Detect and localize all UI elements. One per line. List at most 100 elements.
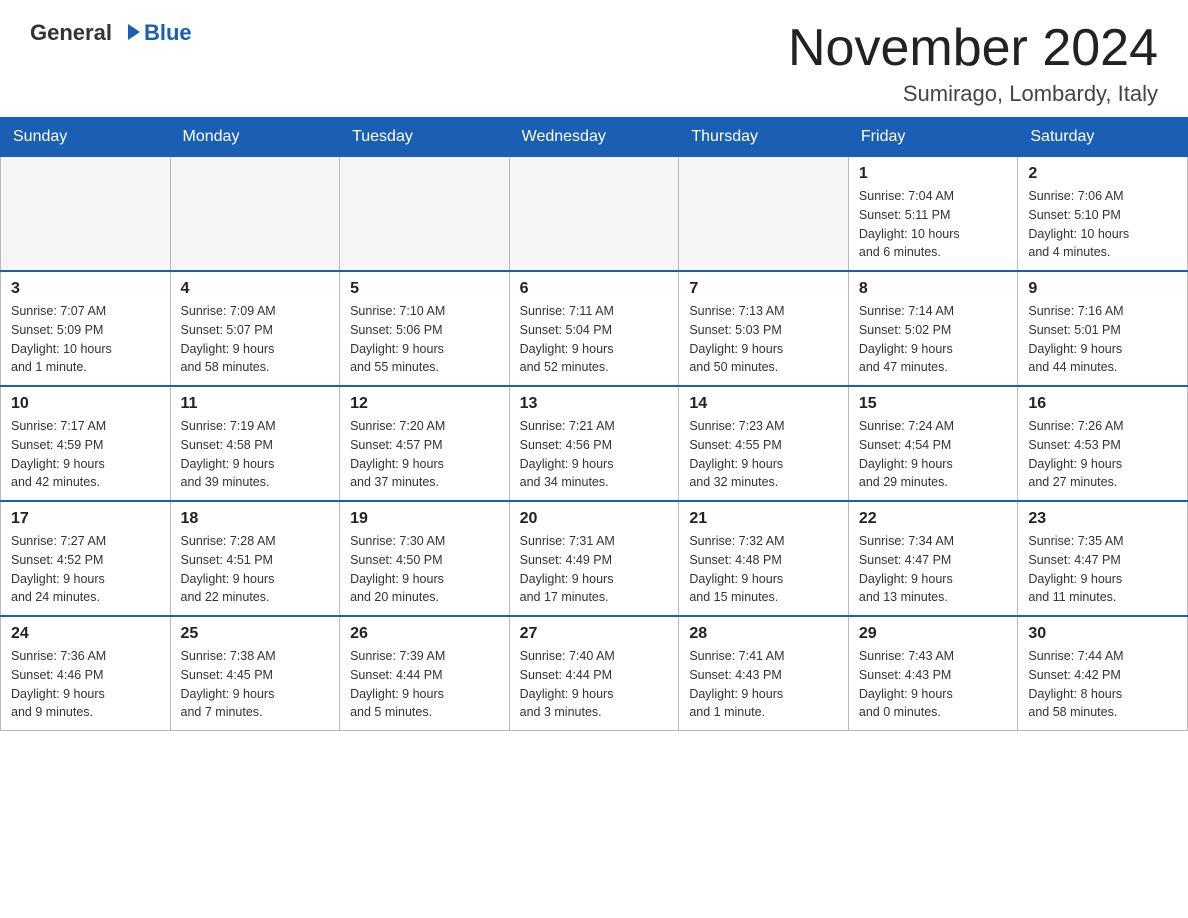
header-friday: Friday	[848, 118, 1017, 157]
calendar-cell: 20 Sunrise: 7:31 AMSunset: 4:49 PMDayligh…	[509, 501, 679, 616]
day-number: 14	[689, 395, 838, 413]
day-info: Sunrise: 7:41 AMSunset: 4:43 PMDaylight:…	[689, 647, 838, 722]
day-info: Sunrise: 7:13 AMSunset: 5:03 PMDaylight:…	[689, 302, 838, 377]
day-info: Sunrise: 7:23 AMSunset: 4:55 PMDaylight:…	[689, 417, 838, 492]
day-number: 11	[181, 395, 330, 413]
calendar-cell: 12 Sunrise: 7:20 AMSunset: 4:57 PMDayligh…	[340, 386, 510, 501]
day-number: 4	[181, 280, 330, 298]
header-monday: Monday	[170, 118, 340, 157]
calendar-cell: 17Sunrise: 7:27 AMSunset: 4:52 PMDayligh…	[1, 501, 171, 616]
day-number: 27	[520, 625, 669, 643]
day-number: 15	[859, 395, 1007, 413]
day-number: 8	[859, 280, 1007, 298]
day-number: 5	[350, 280, 499, 298]
header-sunday: Sunday	[1, 118, 171, 157]
day-info: Sunrise: 7:31 AMSunset: 4:49 PMDaylight:…	[520, 532, 669, 607]
calendar-cell: 10Sunrise: 7:17 AMSunset: 4:59 PMDayligh…	[1, 386, 171, 501]
calendar-cell: 5 Sunrise: 7:10 AMSunset: 5:06 PMDaylight…	[340, 271, 510, 386]
week-row-2: 3 Sunrise: 7:07 AMSunset: 5:09 PMDaylight…	[1, 271, 1188, 386]
calendar-cell: 25 Sunrise: 7:38 AMSunset: 4:45 PMDayligh…	[170, 616, 340, 731]
day-number: 16	[1028, 395, 1177, 413]
day-info: Sunrise: 7:14 AMSunset: 5:02 PMDaylight:…	[859, 302, 1007, 377]
day-info: Sunrise: 7:39 AMSunset: 4:44 PMDaylight:…	[350, 647, 499, 722]
logo: General Blue	[30, 20, 192, 46]
day-number: 22	[859, 510, 1007, 528]
day-info: Sunrise: 7:40 AMSunset: 4:44 PMDaylight:…	[520, 647, 669, 722]
week-row-3: 10Sunrise: 7:17 AMSunset: 4:59 PMDayligh…	[1, 386, 1188, 501]
header-saturday: Saturday	[1018, 118, 1188, 157]
calendar-cell: 6Sunrise: 7:11 AMSunset: 5:04 PMDaylight…	[509, 271, 679, 386]
day-number: 30	[1028, 625, 1177, 643]
day-number: 12	[350, 395, 499, 413]
calendar-cell: 11 Sunrise: 7:19 AMSunset: 4:58 PMDayligh…	[170, 386, 340, 501]
day-info: Sunrise: 7:35 AMSunset: 4:47 PMDaylight:…	[1028, 532, 1177, 607]
calendar-cell	[340, 157, 510, 272]
week-row-1: 1Sunrise: 7:04 AMSunset: 5:11 PMDaylight…	[1, 157, 1188, 272]
day-number: 2	[1028, 165, 1177, 183]
calendar-cell: 14 Sunrise: 7:23 AMSunset: 4:55 PMDayligh…	[679, 386, 849, 501]
location-subtitle: Sumirago, Lombardy, Italy	[788, 81, 1158, 107]
header-tuesday: Tuesday	[340, 118, 510, 157]
day-info: Sunrise: 7:06 AMSunset: 5:10 PMDaylight:…	[1028, 187, 1177, 262]
day-number: 7	[689, 280, 838, 298]
logo-general-text: General	[30, 20, 112, 46]
day-info: Sunrise: 7:38 AMSunset: 4:45 PMDaylight:…	[181, 647, 330, 722]
calendar-cell: 3 Sunrise: 7:07 AMSunset: 5:09 PMDaylight…	[1, 271, 171, 386]
day-number: 18	[181, 510, 330, 528]
calendar-cell: 18 Sunrise: 7:28 AMSunset: 4:51 PMDayligh…	[170, 501, 340, 616]
calendar-cell	[1, 157, 171, 272]
calendar-cell: 21 Sunrise: 7:32 AMSunset: 4:48 PMDayligh…	[679, 501, 849, 616]
calendar-cell: 16 Sunrise: 7:26 AMSunset: 4:53 PMDayligh…	[1018, 386, 1188, 501]
day-info: Sunrise: 7:24 AMSunset: 4:54 PMDaylight:…	[859, 417, 1007, 492]
day-info: Sunrise: 7:10 AMSunset: 5:06 PMDaylight:…	[350, 302, 499, 377]
page-header: General Blue November 2024 Sumirago, Lom…	[0, 0, 1188, 117]
week-row-5: 24Sunrise: 7:36 AMSunset: 4:46 PMDayligh…	[1, 616, 1188, 731]
calendar-cell: 28Sunrise: 7:41 AMSunset: 4:43 PMDayligh…	[679, 616, 849, 731]
weekday-header-row: Sunday Monday Tuesday Wednesday Thursday…	[1, 118, 1188, 157]
calendar-cell: 8 Sunrise: 7:14 AMSunset: 5:02 PMDaylight…	[848, 271, 1017, 386]
day-number: 29	[859, 625, 1007, 643]
calendar-cell: 23Sunrise: 7:35 AMSunset: 4:47 PMDayligh…	[1018, 501, 1188, 616]
day-info: Sunrise: 7:04 AMSunset: 5:11 PMDaylight:…	[859, 187, 1007, 262]
day-number: 10	[11, 395, 160, 413]
day-info: Sunrise: 7:28 AMSunset: 4:51 PMDaylight:…	[181, 532, 330, 607]
month-title: November 2024	[788, 20, 1158, 77]
day-info: Sunrise: 7:32 AMSunset: 4:48 PMDaylight:…	[689, 532, 838, 607]
header-wednesday: Wednesday	[509, 118, 679, 157]
day-number: 20	[520, 510, 669, 528]
day-info: Sunrise: 7:19 AMSunset: 4:58 PMDaylight:…	[181, 417, 330, 492]
day-number: 3	[11, 280, 160, 298]
calendar-cell	[170, 157, 340, 272]
calendar-cell: 2 Sunrise: 7:06 AMSunset: 5:10 PMDaylight…	[1018, 157, 1188, 272]
calendar-cell: 29 Sunrise: 7:43 AMSunset: 4:43 PMDayligh…	[848, 616, 1017, 731]
day-info: Sunrise: 7:34 AMSunset: 4:47 PMDaylight:…	[859, 532, 1007, 607]
day-info: Sunrise: 7:44 AMSunset: 4:42 PMDaylight:…	[1028, 647, 1177, 722]
day-number: 26	[350, 625, 499, 643]
day-info: Sunrise: 7:36 AMSunset: 4:46 PMDaylight:…	[11, 647, 160, 722]
calendar-cell: 26 Sunrise: 7:39 AMSunset: 4:44 PMDayligh…	[340, 616, 510, 731]
day-info: Sunrise: 7:30 AMSunset: 4:50 PMDaylight:…	[350, 532, 499, 607]
calendar-cell: 1Sunrise: 7:04 AMSunset: 5:11 PMDaylight…	[848, 157, 1017, 272]
calendar-cell: 4Sunrise: 7:09 AMSunset: 5:07 PMDaylight…	[170, 271, 340, 386]
calendar-cell: 22 Sunrise: 7:34 AMSunset: 4:47 PMDayligh…	[848, 501, 1017, 616]
day-info: Sunrise: 7:07 AMSunset: 5:09 PMDaylight:…	[11, 302, 160, 377]
logo-flag-icon	[114, 22, 142, 44]
day-info: Sunrise: 7:16 AMSunset: 5:01 PMDaylight:…	[1028, 302, 1177, 377]
calendar-table: Sunday Monday Tuesday Wednesday Thursday…	[0, 117, 1188, 731]
day-info: Sunrise: 7:27 AMSunset: 4:52 PMDaylight:…	[11, 532, 160, 607]
logo-blue-text: Blue	[144, 20, 192, 46]
day-info: Sunrise: 7:26 AMSunset: 4:53 PMDaylight:…	[1028, 417, 1177, 492]
calendar-cell: 7 Sunrise: 7:13 AMSunset: 5:03 PMDaylight…	[679, 271, 849, 386]
day-info: Sunrise: 7:43 AMSunset: 4:43 PMDaylight:…	[859, 647, 1007, 722]
day-info: Sunrise: 7:20 AMSunset: 4:57 PMDaylight:…	[350, 417, 499, 492]
calendar-cell: 27 Sunrise: 7:40 AMSunset: 4:44 PMDayligh…	[509, 616, 679, 731]
header-thursday: Thursday	[679, 118, 849, 157]
week-row-4: 17Sunrise: 7:27 AMSunset: 4:52 PMDayligh…	[1, 501, 1188, 616]
day-number: 19	[350, 510, 499, 528]
day-number: 21	[689, 510, 838, 528]
day-info: Sunrise: 7:21 AMSunset: 4:56 PMDaylight:…	[520, 417, 669, 492]
calendar-cell: 9 Sunrise: 7:16 AMSunset: 5:01 PMDaylight…	[1018, 271, 1188, 386]
day-number: 9	[1028, 280, 1177, 298]
day-number: 25	[181, 625, 330, 643]
calendar-cell	[679, 157, 849, 272]
